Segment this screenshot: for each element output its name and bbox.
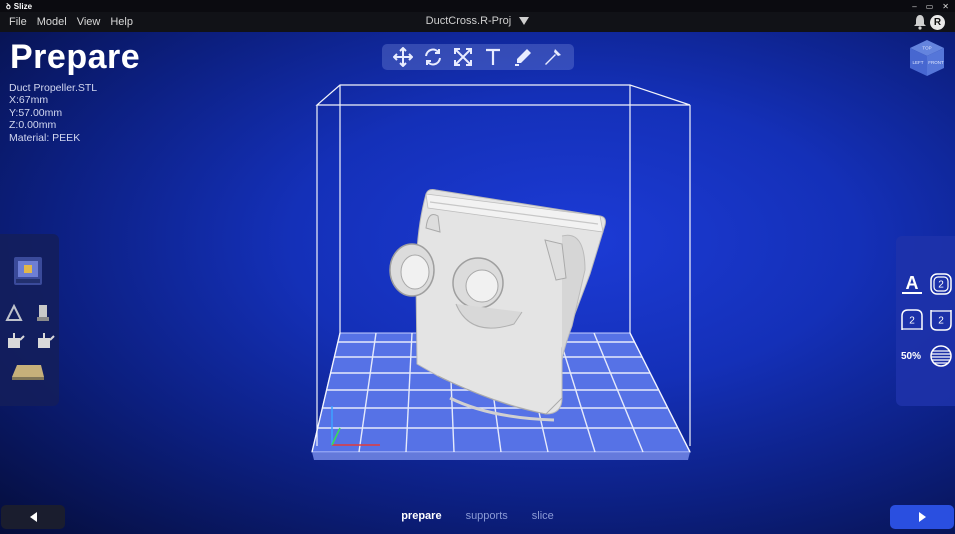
title-bar: ꝺ Slize – ▭ ✕ <box>0 0 955 12</box>
move-icon[interactable] <box>392 46 414 68</box>
menu-file[interactable]: File <box>9 16 27 28</box>
extruder-right-icon[interactable] <box>35 332 55 352</box>
model-z-dimension: Z:0.00mm <box>9 119 57 132</box>
page-title: Prepare <box>10 38 141 76</box>
project-selector: DuctCross.R-Proj <box>0 15 955 27</box>
window-controls: – ▭ ✕ <box>912 0 949 12</box>
chevron-down-icon[interactable] <box>519 17 530 25</box>
app-logo: ꝺ Slize <box>6 1 32 12</box>
text-format-letter: A <box>906 273 919 293</box>
step-supports[interactable]: supports <box>466 510 508 522</box>
model-x-dimension: X:67mm <box>9 94 49 107</box>
left-tool-panel <box>0 234 59 406</box>
text-icon[interactable] <box>482 46 504 68</box>
paint-icon[interactable] <box>512 46 534 68</box>
build-volume-viewport[interactable] <box>300 80 700 470</box>
step-prepare[interactable]: prepare <box>401 510 441 522</box>
extruder-left-icon[interactable] <box>5 332 25 352</box>
close-button[interactable]: ✕ <box>942 2 949 11</box>
menu-bar: File Model View Help DuctCross.R-Proj R <box>0 12 955 32</box>
view-cube[interactable]: TOP LEFT FRONT <box>907 38 947 78</box>
avatar[interactable]: R <box>930 15 945 30</box>
wall-count-badge[interactable]: 2 <box>929 272 953 296</box>
model-material: Material: PEEK <box>9 131 81 144</box>
repair-icon[interactable] <box>542 46 564 68</box>
project-name[interactable]: DuctCross.R-Proj <box>426 15 512 27</box>
transform-toolbar <box>382 44 574 70</box>
nozzle-cylinder-icon[interactable] <box>36 304 50 322</box>
bottom-layers-value: 2 <box>938 316 944 327</box>
wall-count-value: 2 <box>938 280 944 291</box>
nozzle-cone-icon[interactable] <box>5 304 23 322</box>
next-step-button[interactable] <box>890 505 954 529</box>
step-slice[interactable]: slice <box>532 510 554 522</box>
scale-icon[interactable] <box>452 46 474 68</box>
right-settings-panel: A 2 2 2 50% <box>896 236 955 406</box>
model-info: Duct Propeller.STL X:67mm Y:57.00mm Z:0.… <box>9 82 97 144</box>
maximize-button[interactable]: ▭ <box>926 2 934 11</box>
viewcube-front-label: FRONT <box>928 60 944 65</box>
top-layers-badge[interactable]: 2 <box>900 308 924 332</box>
viewcube-top-label: TOP <box>922 46 931 51</box>
text-format-icon[interactable]: A <box>901 273 923 295</box>
app-name: Slize <box>13 1 33 11</box>
slize-logo-icon: ꝺ <box>6 1 11 11</box>
build-plate-icon[interactable] <box>11 361 45 383</box>
model-filename: Duct Propeller.STL <box>9 82 98 94</box>
viewcube-left-label: LEFT <box>912 60 923 65</box>
rotate-icon[interactable] <box>422 46 444 68</box>
top-layers-value: 2 <box>909 316 915 327</box>
infill-percentage[interactable]: 50% <box>901 351 921 362</box>
menu-view[interactable]: View <box>77 16 101 28</box>
bell-icon[interactable] <box>913 14 927 30</box>
minimize-button[interactable]: – <box>912 2 916 11</box>
printer-icon[interactable] <box>11 254 45 288</box>
menu-model[interactable]: Model <box>37 16 67 28</box>
workflow-steps: prepare supports slice <box>0 510 955 522</box>
bottom-layers-badge[interactable]: 2 <box>929 308 953 332</box>
menu-help[interactable]: Help <box>110 16 133 28</box>
model-y-dimension: Y:57.00mm <box>9 106 63 119</box>
arrow-right-icon <box>918 512 926 522</box>
infill-pattern-icon[interactable] <box>929 344 953 368</box>
